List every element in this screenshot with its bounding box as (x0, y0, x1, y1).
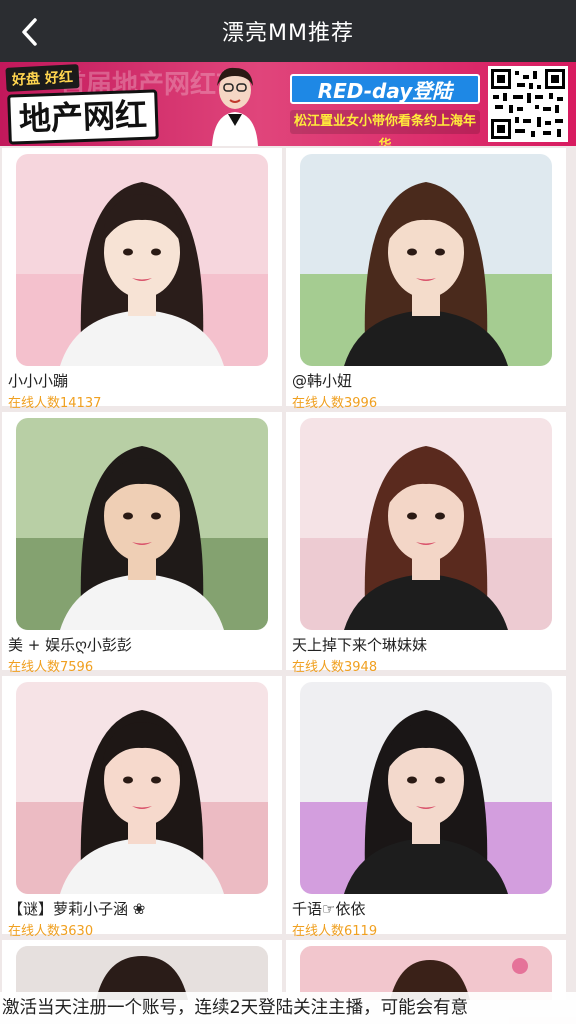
streamer-photo[interactable] (300, 418, 552, 630)
streamer-card-partial[interactable] (286, 940, 566, 1000)
banner-headline: RED-day登陆 松江置业女小带你看条约上海年华 (290, 74, 480, 146)
streamer-photo[interactable] (300, 682, 552, 894)
streamer-card[interactable]: @韩小妞 在线人数3996 (286, 148, 566, 411)
online-count: 在线人数14137 (8, 396, 102, 411)
streamer-name: 小小小蹦 (8, 372, 69, 390)
online-count: 在线人数7596 (8, 660, 94, 675)
qr-code (488, 66, 568, 142)
streamer-card[interactable]: 美 + 娱乐ღ小彭彭 在线人数7596 (2, 412, 282, 675)
online-count: 在线人数3996 (292, 396, 378, 411)
banner-avatar (200, 64, 270, 146)
streamer-card[interactable]: 【谜】萝莉小子涵 ❀ 在线人数3630 (2, 676, 282, 939)
notice-ticker: 激活当天注册一个账号，连续2天登陆关注主播，可能会有意 (0, 992, 576, 1024)
streamer-photo[interactable] (16, 418, 268, 630)
streamer-card[interactable]: 天上掉下来个琳妹妹 在线人数3948 (286, 412, 566, 675)
streamer-name: 千语☞依依 (292, 900, 366, 918)
online-count: 在线人数6119 (292, 924, 378, 939)
promo-banner[interactable]: 首届地产网红节 好盘 好红 地产网红 RED-day登陆 松江置业女小带你看条约… (0, 62, 576, 146)
banner-tag: 好盘 好红 (5, 64, 80, 92)
streamer-photo[interactable] (16, 154, 268, 366)
streamer-card[interactable]: 千语☞依依 在线人数6119 (286, 676, 566, 939)
app-header: 漂亮MM推荐 (0, 0, 576, 62)
online-count: 在线人数3948 (292, 660, 378, 675)
banner-main-text: 地产网红 (7, 89, 159, 145)
banner-subtext: 松江置业女小带你看条约上海年华 (290, 110, 480, 146)
banner-red-day: RED-day登陆 (290, 74, 480, 104)
page-title: 漂亮MM推荐 (222, 21, 354, 46)
back-button[interactable] (10, 12, 50, 52)
online-count: 在线人数3630 (8, 924, 94, 939)
streamer-name: 【谜】萝莉小子涵 ❀ (8, 900, 146, 918)
streamer-card[interactable]: 小小小蹦 在线人数14137 (2, 148, 282, 411)
streamer-name: @韩小妞 (292, 372, 353, 390)
streamer-card-partial[interactable] (2, 940, 282, 1000)
streamer-name: 美 + 娱乐ღ小彭彭 (8, 636, 132, 654)
streamer-photo[interactable] (300, 154, 552, 366)
streamer-name: 天上掉下来个琳妹妹 (292, 636, 428, 654)
chevron-left-icon (22, 18, 37, 46)
banner-logo: 好盘 好红 地产网红 (5, 64, 166, 145)
streamer-photo[interactable] (16, 682, 268, 894)
